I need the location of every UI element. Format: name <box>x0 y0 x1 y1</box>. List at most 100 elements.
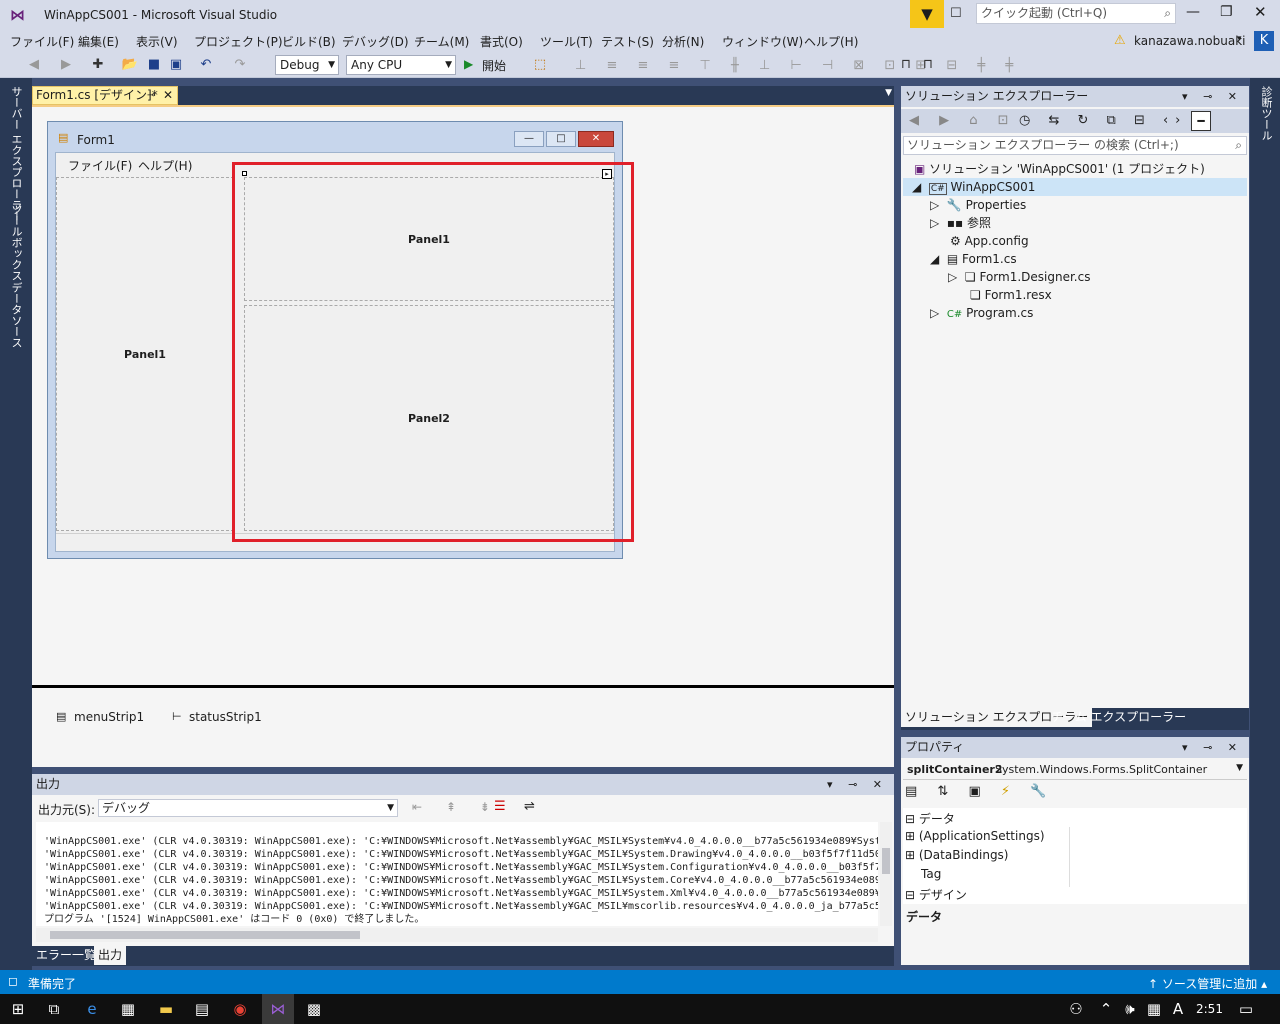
source-control-button[interactable]: ↑ ソース管理に追加 ▴ <box>1148 975 1267 992</box>
tree-item-form1[interactable]: ◢ ▤ Form1.cs <box>930 250 1017 268</box>
edge-icon[interactable]: e <box>82 999 102 1019</box>
tree-item-solution[interactable]: ▣ ソリューション 'WinAppCS001' (1 プロジェクト) <box>914 160 1205 178</box>
scroll-thumb[interactable] <box>50 931 360 939</box>
clear-all-icon[interactable]: ☰ <box>494 799 506 814</box>
avatar[interactable]: K <box>1254 31 1274 51</box>
configuration-select[interactable]: Debug ▼ <box>275 55 339 75</box>
property-data-bindings[interactable]: ⊞ (DataBindings) <box>905 848 1009 862</box>
solution-toolbar-buttons[interactable]: ◷ ⇆ ↻ ⧉ ⊟ ‹› ✎ <box>1019 113 1216 128</box>
bring-front-icon[interactable]: ⊓ <box>918 55 938 75</box>
menu-team[interactable]: チーム(M) <box>414 33 469 50</box>
menu-tools[interactable]: ツール(T) <box>540 33 593 50</box>
save-icon[interactable]: ■ <box>144 55 164 75</box>
menu-window[interactable]: ウィンドウ(W) <box>722 33 803 50</box>
tab-form1-design[interactable]: Form1.cs [デザイン]* ⊸ ✕ <box>32 86 178 105</box>
save-all-icon[interactable]: ▣ <box>166 55 186 75</box>
word-wrap-icon[interactable]: ⇌ <box>524 799 535 814</box>
menu-edit[interactable]: 編集(E) <box>78 33 119 50</box>
platform-select[interactable]: Any CPU ▼ <box>346 55 456 75</box>
close-tab-icon[interactable]: ✕ <box>163 87 173 104</box>
collapse-icon[interactable]: ◢ <box>930 252 939 266</box>
open-file-icon[interactable]: 📂 <box>120 55 140 75</box>
output-vertical-scrollbar[interactable] <box>880 822 892 926</box>
menu-help[interactable]: ヘルプ(H) <box>804 33 858 50</box>
property-tag[interactable]: Tag <box>921 867 941 881</box>
category-data[interactable]: ⊟ データ <box>905 810 955 827</box>
new-project-icon[interactable]: ✚ <box>88 55 108 75</box>
menu-format[interactable]: 書式(O) <box>480 33 523 50</box>
toolbox-tab[interactable]: ツールボックス <box>8 204 24 281</box>
notification-flag-icon[interactable]: ▼ <box>910 0 944 28</box>
tab-output[interactable]: 出力 <box>94 946 127 965</box>
redo-icon[interactable]: ↷ <box>230 55 250 75</box>
solution-search-input[interactable]: ソリューション エクスプローラー の検索 (Ctrl+;) ⌕ <box>903 136 1247 155</box>
events-icon[interactable]: ⚡ <box>1001 784 1018 799</box>
tray-item-statusstrip[interactable]: statusStrip1 <box>189 710 262 724</box>
start-icon[interactable]: ▶ <box>464 57 473 71</box>
chrome-icon[interactable]: ◉ <box>230 999 250 1019</box>
volume-icon[interactable]: 🕪 <box>1120 999 1140 1019</box>
notepad-icon[interactable]: ▤ <box>192 999 212 1019</box>
properties-toolbar[interactable]: ▤ ⇅ ▣ ⚡ 🔧 <box>905 784 1054 799</box>
menu-debug[interactable]: デバッグ(D) <box>342 33 409 50</box>
nav-buttons[interactable]: ◀ ▶ ⌂ ⊡ <box>909 113 1017 128</box>
tab-list-dropdown-icon[interactable]: ▼ <box>885 88 892 98</box>
panel-window-controls[interactable]: ▾ ⊸ ✕ <box>1182 737 1243 758</box>
tray-chevron-icon[interactable]: ⌃ <box>1096 999 1116 1019</box>
task-view-icon[interactable]: ⧉ <box>44 999 64 1019</box>
keyboard-icon[interactable]: ▦ <box>1144 999 1164 1019</box>
action-center-icon[interactable]: ▭ <box>1236 999 1256 1019</box>
expand-icon[interactable]: ▷ <box>930 216 939 230</box>
tree-item-project[interactable]: ◢ C# WinAppCS001 <box>912 178 1035 198</box>
user-dropdown-icon[interactable]: ▾ <box>1237 34 1242 44</box>
tree-item-appconfig[interactable]: ⚙ App.config <box>950 232 1029 250</box>
menu-file[interactable]: ファイル(F) <box>10 33 74 50</box>
split-panel-left[interactable]: Panel1 <box>56 177 234 531</box>
user-name[interactable]: kanazawa.nobuaki <box>1134 34 1246 48</box>
property-grid[interactable]: ⊟ データ ⊞ (ApplicationSettings) ⊞ (DataBin… <box>903 808 1247 904</box>
clock[interactable]: 2:51 <box>1196 1002 1223 1016</box>
windows-start-icon[interactable]: ⊞ <box>8 999 28 1019</box>
close-button[interactable]: ✕ <box>1254 3 1272 21</box>
tree-item-program[interactable]: ▷ C# Program.cs <box>930 304 1033 324</box>
ime-indicator[interactable]: A <box>1168 999 1188 1019</box>
visual-studio-taskbar-icon[interactable]: ⋈ <box>262 994 294 1024</box>
tree-item-references[interactable]: ▷ ▪▪ 参照 <box>930 214 991 232</box>
panel-window-controls[interactable]: ▾ ⊸ ✕ <box>1182 86 1243 107</box>
form-menu-file[interactable]: ファイル(F) <box>68 157 132 174</box>
people-icon[interactable]: ⚇ <box>1066 999 1086 1019</box>
menu-view[interactable]: 表示(V) <box>136 33 178 50</box>
output-horizontal-scrollbar[interactable] <box>36 928 878 942</box>
calculator-icon[interactable]: ▦ <box>118 999 138 1019</box>
pin-icon[interactable]: ⊸ <box>147 87 155 104</box>
menu-project[interactable]: プロジェクト(P) <box>194 33 283 50</box>
tab-error-list[interactable]: エラー一覧 <box>32 946 100 965</box>
expand-icon[interactable]: ▷ <box>930 198 939 212</box>
browser-link-icon[interactable]: ⬚ <box>530 55 550 75</box>
sync-icon[interactable]: ━ <box>1191 111 1211 131</box>
collapse-icon[interactable]: ◢ <box>912 180 921 194</box>
property-app-settings[interactable]: ⊞ (ApplicationSettings) <box>905 829 1045 843</box>
properties-object-select[interactable]: splitContainer2 System.Windows.Forms.Spl… <box>903 760 1247 780</box>
category-design[interactable]: ⊟ デザイン <box>905 886 967 903</box>
tree-item-form1-designer[interactable]: ▷ ❏ Form1.Designer.cs <box>948 268 1090 286</box>
output-source-select[interactable]: デバッグ ▼ <box>98 799 398 817</box>
form-menu-help[interactable]: ヘルプ(H) <box>138 157 192 174</box>
panel-window-controls[interactable]: ▾ ⊸ ✕ <box>827 774 888 795</box>
scroll-thumb[interactable] <box>882 848 890 874</box>
restore-button[interactable]: ❐ <box>1220 4 1238 20</box>
server-explorer-tab[interactable]: サーバー エクスプローラー <box>8 86 24 222</box>
navigate-forward-icon[interactable]: ▶ <box>56 55 76 75</box>
tree-item-properties[interactable]: ▷ 🔧 Properties <box>930 196 1026 214</box>
navigate-back-icon[interactable]: ◀ <box>24 55 44 75</box>
menu-test[interactable]: テスト(S) <box>601 33 654 50</box>
minimize-button[interactable]: — <box>1186 4 1204 20</box>
tree-item-form1-resx[interactable]: ❏ Form1.resx <box>970 286 1052 304</box>
quick-launch-input[interactable]: クイック起動 (Ctrl+Q) ⌕ <box>976 3 1176 24</box>
start-button[interactable]: 開始 <box>482 57 506 74</box>
expand-icon[interactable]: ▷ <box>930 306 939 320</box>
file-explorer-icon[interactable]: ▬ <box>156 999 176 1019</box>
tab-team-explorer[interactable]: チーム エクスプローラー <box>1047 708 1190 727</box>
tab-order-icon[interactable]: ⊓ <box>896 55 916 75</box>
feedback-icon[interactable]: ☐ <box>950 6 968 22</box>
